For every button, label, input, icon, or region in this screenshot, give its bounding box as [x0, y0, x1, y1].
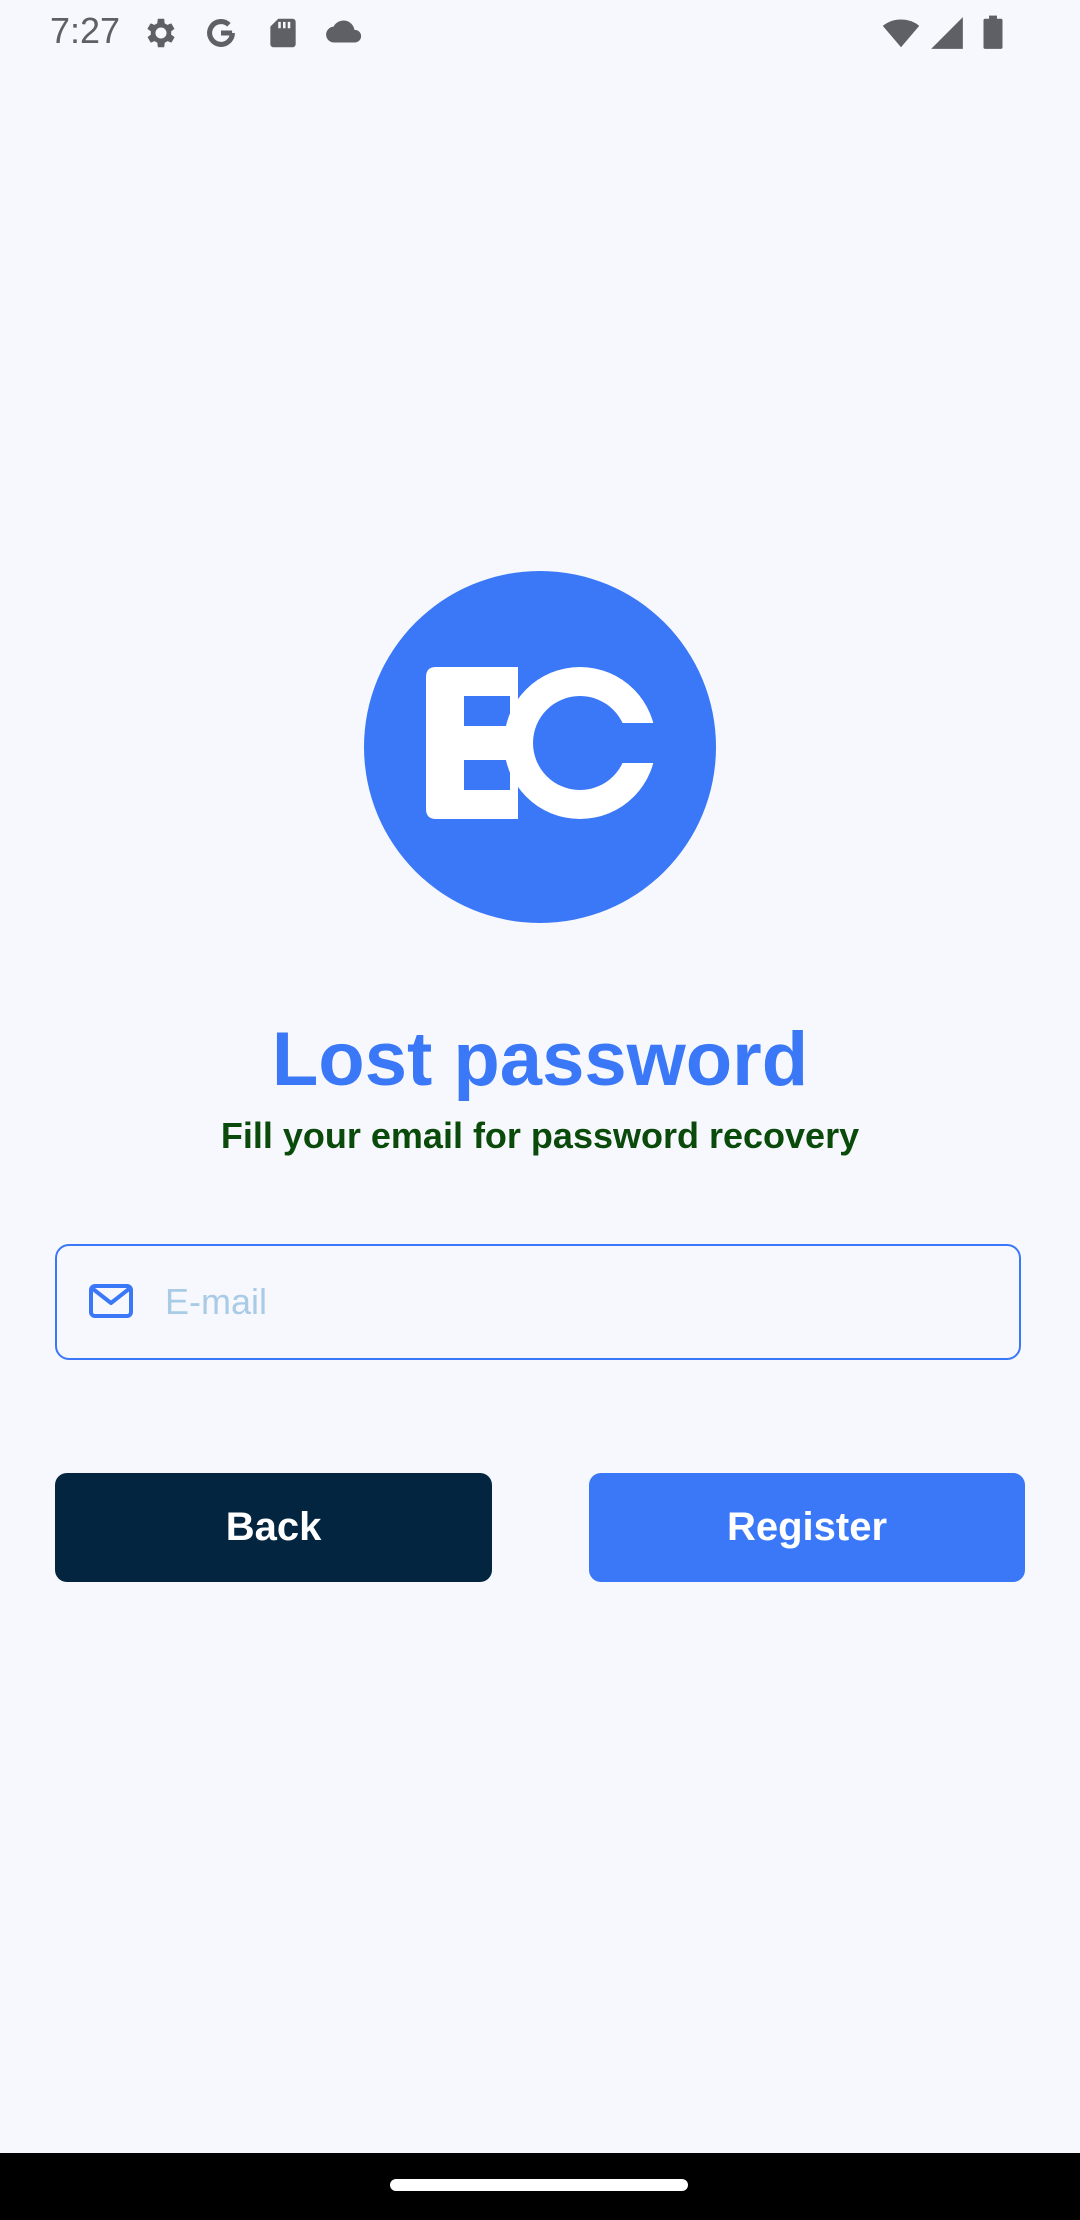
gear-icon	[142, 14, 180, 52]
page-subtitle: Fill your email for password recovery	[220, 1115, 860, 1156]
envelope-icon	[89, 1284, 133, 1318]
home-gesture-handle[interactable]	[390, 2179, 688, 2191]
navigation-bar	[0, 2153, 1080, 2220]
status-bar: 7:27	[0, 0, 1080, 66]
status-time: 7:27	[50, 10, 121, 51]
cell-signal-icon	[928, 14, 966, 52]
back-button[interactable]: Back	[55, 1473, 492, 1582]
page-title: Lost password	[271, 1017, 809, 1102]
battery-icon	[980, 14, 1006, 52]
app-logo	[364, 571, 716, 923]
wifi-icon	[880, 14, 922, 52]
email-input[interactable]	[165, 1246, 985, 1357]
sd-card-icon	[264, 14, 302, 52]
lost-password-screen: 7:27 Lost password Fill your email for p…	[0, 0, 1080, 2220]
google-icon	[202, 14, 240, 52]
register-button[interactable]: Register	[589, 1473, 1025, 1582]
cloud-icon	[322, 14, 366, 52]
email-field[interactable]	[55, 1244, 1021, 1360]
